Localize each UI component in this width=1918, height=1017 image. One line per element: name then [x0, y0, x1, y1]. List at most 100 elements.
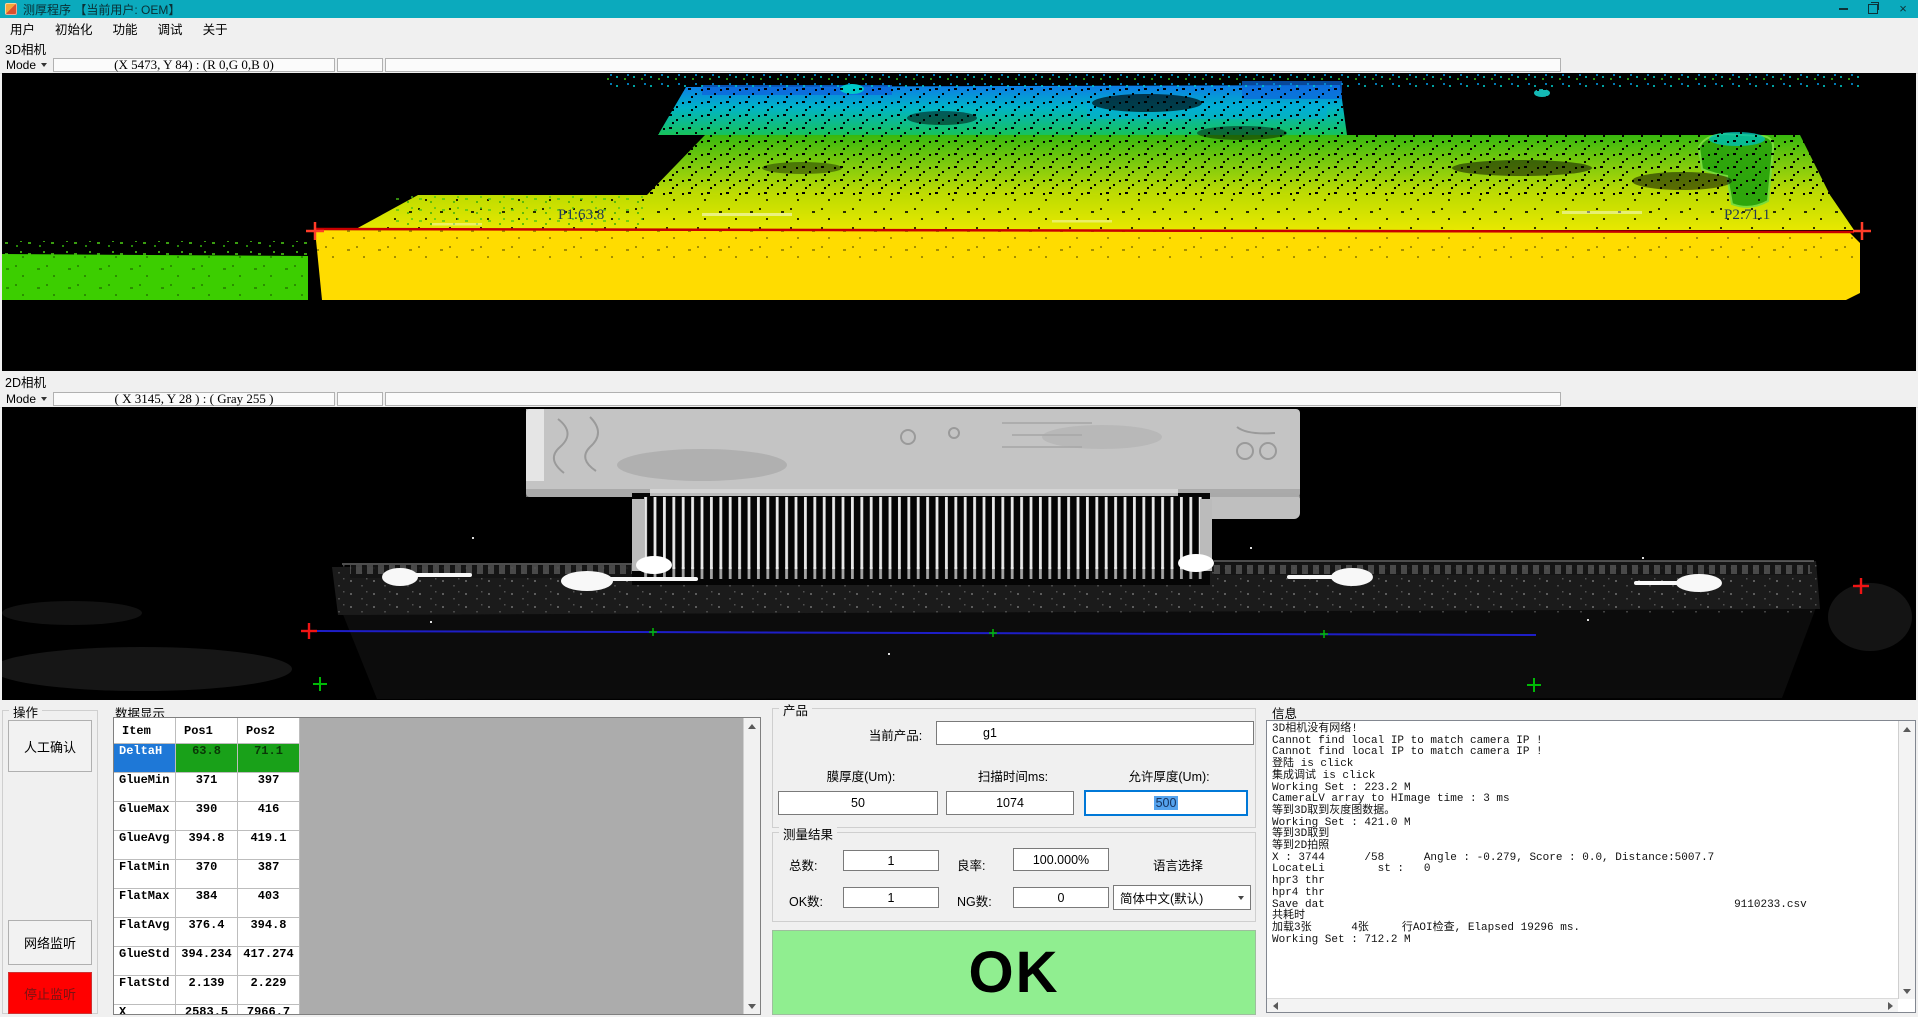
table-row[interactable]: X2583.57966.7 — [114, 1005, 760, 1015]
cell-pos2: 2.229 — [238, 976, 300, 1005]
network-listen-button[interactable]: 网络监听 — [8, 920, 92, 965]
window-controls: × — [1828, 0, 1918, 18]
language-select[interactable]: 简体中文(默认) — [1113, 885, 1251, 910]
info-log[interactable]: 3D相机没有网络! Cannot find local IP to match c… — [1266, 720, 1916, 1013]
allowed-thickness-input[interactable]: 500 — [1084, 790, 1248, 816]
menu-item-0[interactable]: 用户 — [0, 17, 45, 40]
menu-item-3[interactable]: 调试 — [148, 17, 193, 40]
stop-listen-button[interactable]: 停止监听 — [8, 972, 92, 1014]
chevron-down-icon — [41, 63, 47, 67]
vertical-scrollbar[interactable] — [1898, 721, 1915, 999]
cell-pos2: 419.1 — [238, 831, 300, 860]
cell-pos1: 394.8 — [176, 831, 238, 860]
table-row[interactable]: FlatMax384403 — [114, 889, 760, 918]
product-group-label: 产品 — [779, 700, 812, 719]
toolbar-segment — [337, 58, 383, 72]
mode-dropdown-label: Mode — [6, 392, 36, 406]
table-row[interactable]: FlatStd2.1392.229 — [114, 976, 760, 1005]
p1-annotation: P1:63.8 — [558, 207, 604, 224]
log-line: 等到3D取到灰度图数据。 — [1272, 806, 1895, 818]
current-product-value: g1 — [983, 726, 997, 740]
total-input[interactable]: 1 — [843, 850, 939, 871]
film-thickness-input[interactable]: 50 — [778, 791, 938, 815]
cell-pos2: 397 — [238, 773, 300, 802]
camera-2d-view[interactable] — [2, 407, 1916, 700]
table-row[interactable]: FlatAvg376.4394.8 — [114, 918, 760, 947]
cell-pos1: 390 — [176, 802, 238, 831]
menu-item-1[interactable]: 初始化 — [45, 17, 103, 40]
horizontal-scrollbar[interactable] — [1267, 998, 1898, 1012]
log-line: Working Set : 421.0 M — [1272, 818, 1895, 830]
scroll-down-arrow[interactable] — [744, 998, 760, 1014]
ng-count-label: NG数: — [957, 891, 992, 910]
allowed-thickness-value: 500 — [1154, 796, 1179, 810]
yield-input[interactable]: 100.000% — [1013, 848, 1109, 871]
scan-time-input[interactable]: 1074 — [946, 791, 1074, 815]
titlebar: 测厚程序 【当前用户: OEM】 × — [0, 0, 1918, 18]
close-button[interactable]: × — [1888, 0, 1918, 18]
menu-item-4[interactable]: 关于 — [193, 17, 238, 40]
log-line: Cannot find local IP to match camera IP … — [1272, 747, 1895, 759]
camera-3d-view[interactable]: P1:63.8 P2:71.1 — [2, 73, 1916, 371]
column-header-pos2[interactable]: Pos2 — [238, 718, 300, 744]
minimize-icon — [1839, 8, 1848, 10]
product-group: 产品 当前产品: g1 膜厚度(Um): 扫描时间ms: 允许厚度(Um): 5… — [772, 708, 1256, 828]
menu-item-2[interactable]: 功能 — [103, 17, 148, 40]
cell-item: GlueStd — [114, 947, 176, 976]
cell-item: GlueAvg — [114, 831, 176, 860]
vertical-scrollbar[interactable] — [743, 718, 760, 1014]
heightmap-3d-render — [2, 73, 1916, 371]
table-row[interactable]: FlatMin370387 — [114, 860, 760, 889]
cell-pos1: 2.139 — [176, 976, 238, 1005]
pixel-status-2d: ( X 3145, Y 28 ) : ( Gray 255 ) — [53, 392, 335, 406]
restore-icon — [1868, 4, 1878, 14]
current-product-input[interactable]: g1 — [936, 721, 1254, 745]
window-title: 测厚程序 【当前用户: OEM】 — [23, 1, 180, 18]
column-header-pos1[interactable]: Pos1 — [176, 718, 238, 744]
scroll-right-arrow[interactable] — [1882, 998, 1898, 1013]
manual-confirm-button[interactable]: 人工确认 — [8, 720, 92, 772]
cell-item: GlueMin — [114, 773, 176, 802]
column-header-item[interactable]: Item — [114, 718, 176, 744]
data-table[interactable]: ItemPos1Pos2DeltaH63.871.1GlueMin371397G… — [113, 717, 761, 1015]
scroll-down-arrow[interactable] — [1899, 983, 1915, 999]
log-line: 等到3D取到 — [1272, 829, 1895, 841]
chevron-down-icon — [41, 397, 47, 401]
table-row[interactable]: DeltaH63.871.1 — [114, 744, 760, 773]
ok-count-input[interactable]: 1 — [843, 887, 939, 908]
cell-item: X — [114, 1005, 176, 1015]
table-row[interactable]: GlueAvg394.8419.1 — [114, 831, 760, 860]
mode-dropdown-2d[interactable]: Mode — [0, 391, 53, 406]
scroll-up-arrow[interactable] — [744, 718, 760, 734]
mode-dropdown-3d[interactable]: Mode — [0, 57, 53, 72]
scroll-up-arrow[interactable] — [1899, 721, 1915, 737]
ng-count-input[interactable]: 0 — [1013, 887, 1109, 908]
cell-pos2: 394.8 — [238, 918, 300, 947]
cell-pos1: 394.234 — [176, 947, 238, 976]
p2-annotation: P2:71.1 — [1724, 207, 1770, 224]
log-line: 3D相机没有网络! — [1272, 724, 1895, 736]
table-row[interactable]: GlueMax390416 — [114, 802, 760, 831]
table-row[interactable]: GlueMin371397 — [114, 773, 760, 802]
log-line: hpr3 thr — [1272, 876, 1895, 888]
table-header-row: ItemPos1Pos2 — [114, 718, 760, 744]
log-line: Save dat 9110233.csv — [1272, 900, 1895, 912]
language-select-value: 简体中文(默认) — [1120, 888, 1203, 907]
maximize-button[interactable] — [1858, 0, 1888, 18]
scan-time-label: 扫描时间ms: — [948, 766, 1078, 785]
language-label: 语言选择 — [1153, 855, 1203, 874]
pixel-status-3d: (X 5473, Y 84) : (R 0,G 0,B 0) — [53, 58, 335, 72]
yield-value: 100.000% — [1033, 853, 1089, 867]
cell-pos2: 7966.7 — [238, 1005, 300, 1015]
close-icon: × — [1899, 4, 1907, 14]
scroll-left-arrow[interactable] — [1267, 998, 1283, 1013]
cell-item: FlatStd — [114, 976, 176, 1005]
mode-dropdown-label: Mode — [6, 58, 36, 72]
minimize-button[interactable] — [1828, 0, 1858, 18]
table-row[interactable]: GlueStd394.234417.274 — [114, 947, 760, 976]
cell-pos2: 387 — [238, 860, 300, 889]
log-line: 等到2D拍照 — [1272, 841, 1895, 853]
cell-pos1: 376.4 — [176, 918, 238, 947]
cell-pos2: 416 — [238, 802, 300, 831]
application-window: 测厚程序 【当前用户: OEM】 × 用户初始化功能调试关于 3D相机 Mode… — [0, 0, 1918, 1017]
